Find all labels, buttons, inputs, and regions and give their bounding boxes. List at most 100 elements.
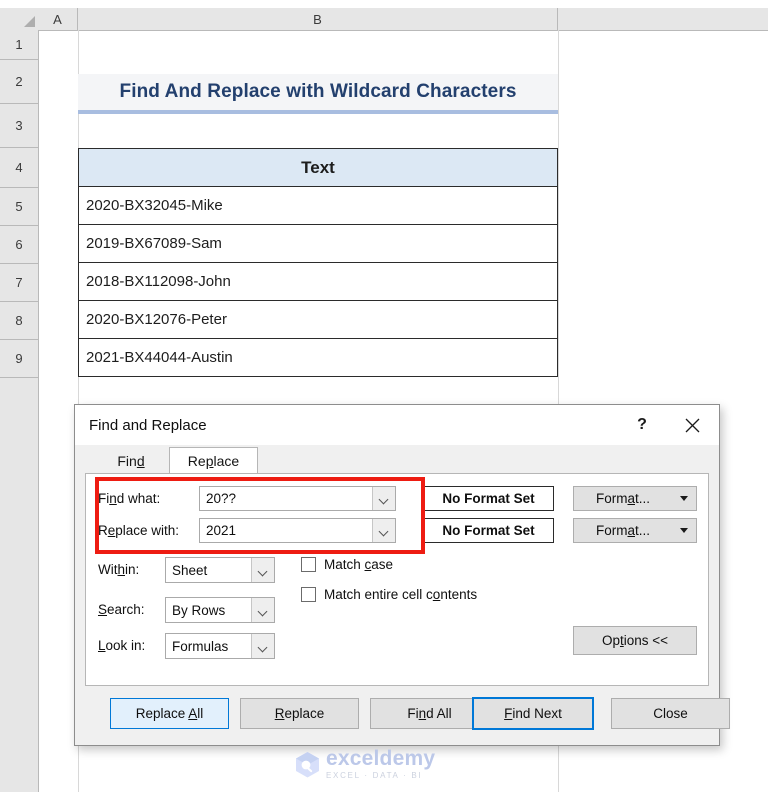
tab-find[interactable]: Find (93, 447, 169, 474)
row-header-5[interactable]: 5 (0, 188, 38, 226)
table-cell-text: 2020-BX32045-Mike (86, 197, 223, 214)
row-header-4[interactable]: 4 (0, 148, 38, 188)
row-header-7[interactable]: 7 (0, 264, 38, 302)
tab-replace[interactable]: Replace (169, 447, 258, 474)
search-select[interactable]: By Rows (165, 597, 275, 623)
watermark-name: exceldemy (326, 747, 436, 770)
column-header-a[interactable]: A (38, 8, 78, 30)
find-next-button[interactable]: Find Next (472, 697, 594, 730)
replace-no-format-set-label: No Format Set (442, 523, 535, 538)
column-header-b[interactable]: B (78, 8, 558, 30)
table-row[interactable]: 2018-BX112098-John (78, 263, 558, 301)
watermark: exceldemy EXCEL · DATA · BI (295, 748, 435, 780)
find-all-label-post: d All (426, 706, 452, 721)
find-no-format-set-button[interactable]: No Format Set (423, 486, 554, 511)
replace-no-format-set-button[interactable]: No Format Set (423, 518, 554, 543)
replace-format-button[interactable]: Format... (573, 518, 697, 543)
match-case-checkbox[interactable] (301, 557, 316, 572)
replace-with-input[interactable]: 2021 (199, 518, 396, 543)
row-header-9[interactable]: 9 (0, 340, 38, 378)
find-what-label-pre: Fi (98, 491, 110, 506)
select-all-corner[interactable] (0, 8, 39, 31)
row-header-4-label: 4 (15, 160, 23, 175)
dialog-title-bar[interactable]: Find and Replace ? (75, 405, 719, 445)
close-button[interactable]: Close (611, 698, 730, 729)
search-dropdown-icon[interactable] (251, 598, 274, 622)
replace-button[interactable]: Replace (240, 698, 359, 729)
column-header-strip: A B (38, 8, 768, 31)
search-label-post: earch: (107, 602, 145, 617)
find-what-dropdown-icon[interactable] (372, 487, 395, 510)
column-header-c[interactable] (558, 8, 768, 30)
options-label-post: ions << (623, 633, 669, 648)
within-label-acc: h (117, 562, 126, 577)
tab-replace-label-post: lace (213, 453, 240, 469)
options-button[interactable]: Options << (573, 626, 697, 655)
help-icon[interactable]: ? (619, 405, 665, 445)
options-button-label: Options << (602, 633, 668, 648)
search-label-acc: S (98, 602, 108, 617)
search-value: By Rows (172, 602, 226, 618)
look-in-select[interactable]: Formulas (165, 633, 275, 659)
look-in-dropdown-icon[interactable] (251, 634, 274, 658)
row-header-8[interactable]: 8 (0, 302, 38, 340)
find-next-label: Find Next (504, 706, 562, 721)
find-no-format-set-label: No Format Set (442, 491, 535, 506)
worksheet-title-text: Find And Replace with Wildcard Character… (119, 81, 517, 102)
match-case-checkbox-row[interactable]: Match case (301, 557, 393, 572)
row-header-3[interactable]: 3 (0, 104, 38, 148)
replace-all-button[interactable]: Replace All (110, 698, 229, 729)
within-value: Sheet (172, 562, 208, 578)
replace-with-label: Replace with: (98, 523, 179, 538)
replace-label: Replace (275, 706, 325, 721)
table-row[interactable]: 2021-BX44044-Austin (78, 339, 558, 377)
column-header-a-label: A (53, 11, 62, 27)
table-column-header: Text (78, 148, 558, 187)
replace-format-dropdown-icon[interactable] (672, 519, 696, 542)
row-header-1-label: 1 (15, 37, 23, 52)
tab-find-label: Find (117, 453, 144, 469)
match-entire-cell-checkbox-row[interactable]: Match entire cell contents (301, 587, 477, 602)
match-entire-cell-checkbox[interactable] (301, 587, 316, 602)
find-format-button[interactable]: Format... (573, 486, 697, 511)
within-dropdown-icon[interactable] (251, 558, 274, 582)
help-glyph: ? (637, 416, 647, 433)
table-row[interactable]: 2020-BX32045-Mike (78, 187, 558, 225)
replace-format-label: Format... (595, 523, 651, 538)
tab-find-label-acc: d (136, 453, 145, 469)
match-case-label: Match case (324, 557, 393, 572)
find-format-dropdown-icon[interactable] (672, 487, 696, 510)
row-header-5-label: 5 (15, 199, 23, 214)
row-header-strip: 1 2 3 4 5 6 7 8 9 (0, 30, 39, 792)
find-all-label-pre: Fi (407, 706, 419, 721)
row-header-6[interactable]: 6 (0, 226, 38, 264)
select-all-triangle-icon (24, 16, 35, 27)
within-select[interactable]: Sheet (165, 557, 275, 583)
close-icon[interactable] (669, 405, 715, 445)
within-label-pre: Wit (98, 562, 118, 577)
tab-replace-label-pre: Re (187, 453, 206, 469)
table-row[interactable]: 2019-BX67089-Sam (78, 225, 558, 263)
replace-with-value: 2021 (206, 523, 237, 538)
find-what-label: Find what: (98, 491, 160, 506)
row-header-1[interactable]: 1 (0, 30, 38, 60)
find-format-label: Format... (595, 491, 651, 506)
data-table: Text 2020-BX32045-Mike 2019-BX67089-Sam … (78, 148, 558, 377)
replace-with-dropdown-icon[interactable] (372, 519, 395, 542)
close-button-label: Close (653, 706, 688, 721)
row-header-2[interactable]: 2 (0, 60, 38, 104)
match-entire-cell-label-post: ntents (440, 587, 478, 602)
look-in-value: Formulas (172, 638, 229, 654)
find-what-input[interactable]: 20?? (199, 486, 396, 511)
table-column-header-label: Text (301, 157, 335, 177)
row-header-6-label: 6 (15, 237, 23, 252)
table-cell-text: 2020-BX12076-Peter (86, 311, 227, 328)
replace-all-label: Replace All (136, 706, 204, 721)
find-next-label-post: ind Next (512, 706, 562, 721)
watermark-text: exceldemy EXCEL · DATA · BI (326, 748, 435, 780)
replace-label-acc: R (274, 706, 285, 721)
exceldemy-logo-icon (295, 751, 320, 778)
table-row[interactable]: 2020-BX12076-Peter (78, 301, 558, 339)
look-in-label-acc: L (98, 638, 106, 653)
find-what-label-post: d what: (116, 491, 161, 506)
